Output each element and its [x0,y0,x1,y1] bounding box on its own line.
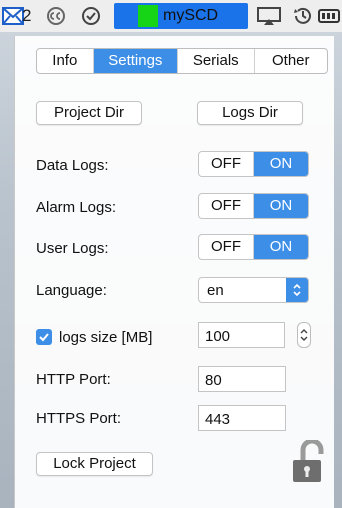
unlock-icon[interactable] [291,438,325,489]
history-icon[interactable] [292,0,314,32]
tab-other[interactable]: Other [255,49,328,73]
language-value: en [207,282,224,299]
alarm-logs-off[interactable]: OFF [199,194,254,218]
user-logs-toggle[interactable]: OFF ON [198,234,309,260]
logs-size-label: logs size [MB] [59,329,153,346]
https-port-label: HTTPS Port: [36,410,122,427]
settings-panel: Info Settings Serials Other Project Dir … [14,36,334,508]
language-label: Language: [36,282,107,299]
data-logs-label: Data Logs: [36,157,109,174]
data-logs-off[interactable]: OFF [199,152,254,176]
airplay-icon[interactable] [256,0,282,32]
updown-chevron-icon[interactable] [286,278,308,302]
checkmark-icon [39,333,49,342]
stepper-chevron-icon [300,329,308,341]
mail-count-badge: 2 [22,6,32,25]
creative-commons-icon[interactable] [44,0,68,32]
battery-icon[interactable] [318,0,342,32]
menu-bar: 2 mySCD [0,0,342,32]
language-select[interactable]: en [198,277,309,303]
http-port-input[interactable]: 80 [198,366,286,392]
data-logs-on[interactable]: ON [254,152,308,176]
checkmark-circle-icon[interactable] [80,0,102,32]
status-dot-icon [138,5,158,27]
alarm-logs-toggle[interactable]: OFF ON [198,193,309,219]
mail-icon[interactable] [2,0,24,32]
data-logs-toggle[interactable]: OFF ON [198,151,309,177]
tab-bar: Info Settings Serials Other [36,48,328,74]
logs-dir-button[interactable]: Logs Dir [197,101,303,125]
tab-settings[interactable]: Settings [93,49,179,73]
logs-size-input[interactable]: 100 [198,322,285,348]
alarm-logs-label: Alarm Logs: [36,199,117,216]
logs-size-stepper[interactable] [297,322,311,348]
https-port-input[interactable]: 443 [198,405,286,431]
alarm-logs-on[interactable]: ON [254,194,308,218]
user-logs-off[interactable]: OFF [199,235,254,259]
app-name[interactable]: mySCD [163,0,218,32]
project-dir-button[interactable]: Project Dir [36,101,142,125]
tab-info[interactable]: Info [37,49,94,73]
logs-size-checkbox[interactable] [36,329,52,345]
user-logs-label: User Logs: [36,240,109,257]
lock-project-button[interactable]: Lock Project [36,452,153,476]
user-logs-on[interactable]: ON [254,235,308,259]
tab-serials[interactable]: Serials [178,49,255,73]
http-port-label: HTTP Port: [36,371,111,388]
